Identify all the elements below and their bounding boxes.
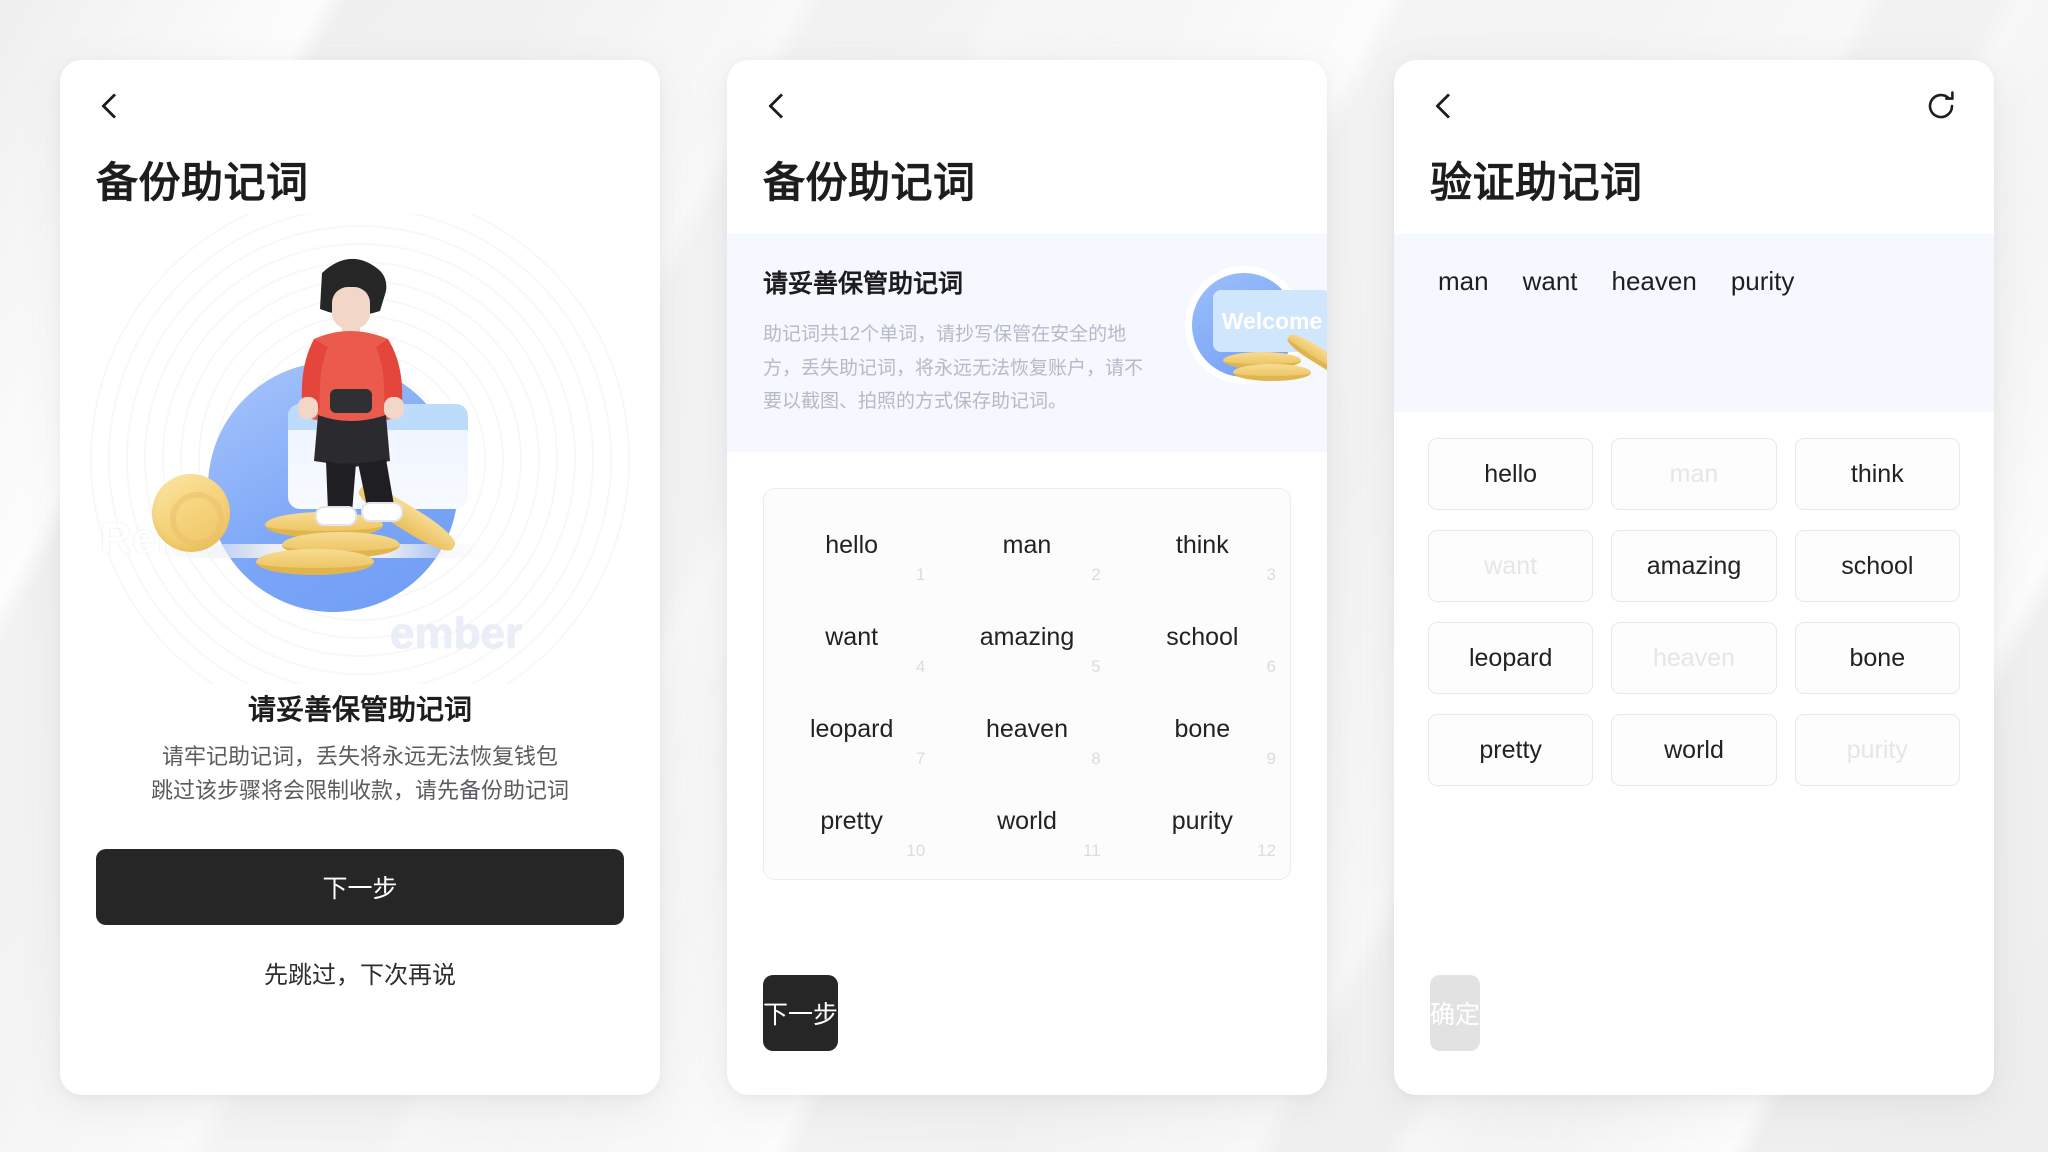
word-chip[interactable]: hello xyxy=(1428,438,1594,511)
mnemonic-word-text: leopard xyxy=(809,714,894,743)
screens-stage: 备份助记词 Remember ember xyxy=(0,0,2048,1152)
selected-word[interactable]: want xyxy=(1513,262,1588,301)
mnemonic-word-index: 8 xyxy=(1091,749,1101,769)
back-icon[interactable] xyxy=(763,91,793,121)
nav-bar-1 xyxy=(60,60,660,152)
mnemonic-word-text: amazing xyxy=(979,622,1075,651)
mnemonic-word-index: 3 xyxy=(1266,565,1276,585)
mnemonic-word-text: bone xyxy=(1174,714,1231,743)
selected-word[interactable]: purity xyxy=(1721,262,1805,301)
mnemonic-word-text: purity xyxy=(1171,806,1233,835)
word-chip-grid: hello man think want amazing school leopard hea… xyxy=(1428,438,1960,787)
mnemonic-word-index: 6 xyxy=(1266,657,1276,677)
mnemonic-word-cell: purity 12 xyxy=(1115,775,1290,867)
mnemonic-word-text: heaven xyxy=(985,714,1068,743)
word-chip[interactable]: school xyxy=(1794,530,1960,603)
selected-words-area[interactable]: man want heaven purity xyxy=(1394,234,1994,413)
mnemonic-word-text: man xyxy=(1002,530,1052,559)
word-chip-used: heaven xyxy=(1611,622,1777,695)
nav-bar-3 xyxy=(1394,60,1994,152)
mnemonic-word-index: 1 xyxy=(915,565,926,585)
mnemonic-word-index: 7 xyxy=(915,749,926,769)
mnemonic-word-text: world xyxy=(997,806,1057,835)
hero-illustration: Remember ember xyxy=(60,214,660,685)
mnemonic-word-cell: want 4 xyxy=(764,591,939,683)
word-chip[interactable]: think xyxy=(1794,438,1960,511)
word-chip-used: want xyxy=(1428,530,1594,603)
mnemonic-word-text: want xyxy=(825,622,879,651)
mnemonic-word-cell: think 3 xyxy=(1115,499,1290,591)
person-illustration xyxy=(298,259,404,527)
mnemonic-word-cell: man 2 xyxy=(939,499,1114,591)
notice-title: 请妥善保管助记词 xyxy=(763,270,964,299)
mnemonic-word-index: 4 xyxy=(915,657,926,677)
page-title: 备份助记词 xyxy=(96,159,309,206)
hero-subtext: 请牢记助记词，丢失将永远无法恢复钱包 跳过该步骤将会限制收款，请先备份助记词 xyxy=(60,740,660,808)
mnemonic-word-index: 12 xyxy=(1257,841,1276,861)
notice-banner: Welcome 请妥善保管助记词 助记词共12个单词，请抄写保管在安全的地方，丢… xyxy=(727,234,1327,453)
mnemonic-word-cell: amazing 5 xyxy=(939,591,1114,683)
hero-subtext-line2: 跳过该步骤将会限制收款，请先备份助记词 xyxy=(150,778,569,804)
coin-icon xyxy=(152,474,230,553)
selected-word[interactable]: heaven xyxy=(1602,262,1707,301)
screen-verify-mnemonic: 验证助记词 man want heaven purity hello man think w… xyxy=(1394,60,1994,1095)
screen-backup-mnemonic-intro: 备份助记词 Remember ember xyxy=(60,60,660,1095)
back-icon[interactable] xyxy=(1430,91,1460,121)
nav-bar-2 xyxy=(727,60,1327,152)
mnemonic-word-cell: hello 1 xyxy=(764,499,939,591)
word-chip-used: purity xyxy=(1794,714,1960,787)
mnemonic-word-index: 10 xyxy=(906,841,926,861)
next-button[interactable]: 下一步 xyxy=(96,848,624,925)
mnemonic-word-index: 9 xyxy=(1266,749,1276,769)
hero-subtext-line1: 请牢记助记词，丢失将永远无法恢复钱包 xyxy=(161,744,558,770)
back-icon[interactable] xyxy=(96,91,126,121)
page-title: 验证助记词 xyxy=(1430,159,1643,206)
mnemonic-word-cell: pretty 10 xyxy=(764,775,939,867)
page-title: 备份助记词 xyxy=(763,159,976,206)
next-button[interactable]: 下一步 xyxy=(763,975,839,1051)
mnemonic-word-text: think xyxy=(1175,530,1229,559)
mnemonic-word-cell: bone 9 xyxy=(1115,683,1290,775)
ghost-word-b: ember xyxy=(390,609,523,659)
mnemonic-word-cell: school 6 xyxy=(1115,591,1290,683)
footer-3: 确定 xyxy=(1394,975,1994,1095)
word-chip[interactable]: world xyxy=(1611,714,1777,787)
notice-body: 助记词共12个单词，请抄写保管在安全的地方，丢失助记词，将永远无法恢复账户，请不… xyxy=(763,324,1144,412)
footer-2: 下一步 xyxy=(727,975,1327,1095)
mnemonic-word-cell: leopard 7 xyxy=(764,683,939,775)
word-chip[interactable]: leopard xyxy=(1428,622,1594,695)
mnemonic-word-grid: hello 1 man 2 think 3 want 4 amazing 5 school 6 leop… xyxy=(763,488,1291,881)
nav-left-2 xyxy=(763,91,793,121)
skip-link[interactable]: 先跳过，下次再说 xyxy=(60,955,660,990)
word-chip[interactable]: amazing xyxy=(1611,530,1777,603)
mnemonic-word-index: 11 xyxy=(1083,841,1101,861)
selected-word[interactable]: man xyxy=(1428,262,1499,301)
screen-backup-mnemonic-words: 备份助记词 Welcome 请妥善保管助记词 助记词共12个单词，请抄写保管在安… xyxy=(727,60,1327,1095)
mnemonic-word-index: 2 xyxy=(1091,565,1101,585)
mnemonic-word-text: pretty xyxy=(820,806,883,835)
mnemonic-word-cell: heaven 8 xyxy=(939,683,1114,775)
nav-left-1 xyxy=(96,91,126,121)
nav-left-3 xyxy=(1430,91,1460,121)
word-chip[interactable]: bone xyxy=(1794,622,1960,695)
word-chip-used: man xyxy=(1611,438,1777,511)
confirm-button[interactable]: 确定 xyxy=(1430,975,1481,1051)
nav-right-3 xyxy=(1924,89,1958,123)
hero-heading: 请妥善保管助记词 xyxy=(247,694,472,726)
word-chip[interactable]: pretty xyxy=(1428,714,1594,787)
mnemonic-word-text: hello xyxy=(825,530,879,559)
mnemonic-word-text: school xyxy=(1166,622,1239,651)
mnemonic-word-cell: world 11 xyxy=(939,775,1114,867)
mnemonic-word-index: 5 xyxy=(1091,657,1101,677)
refresh-icon[interactable] xyxy=(1924,89,1958,123)
